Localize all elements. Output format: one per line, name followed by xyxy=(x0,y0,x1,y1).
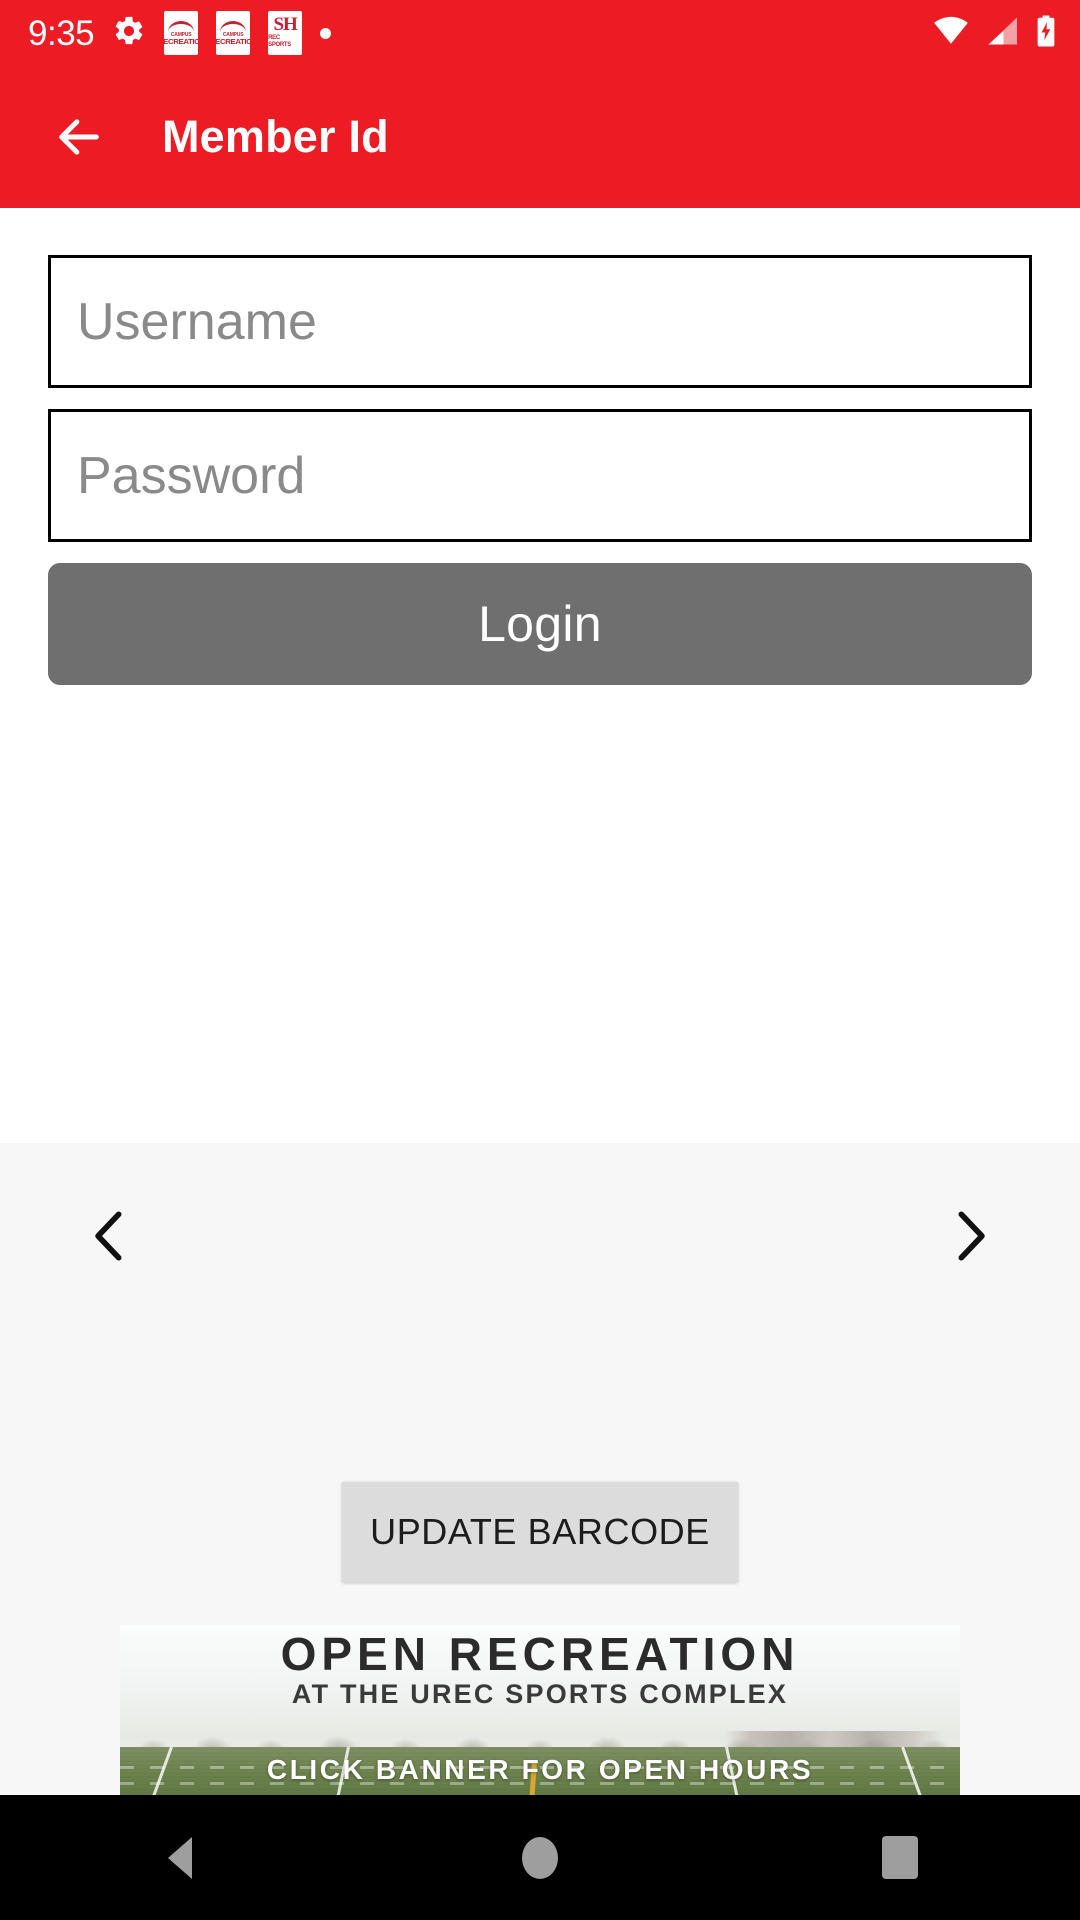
status-bar-right xyxy=(932,14,1058,53)
username-field-wrapper[interactable] xyxy=(48,255,1032,388)
username-input[interactable] xyxy=(77,291,1003,352)
banner-cta-text: CLICK BANNER FOR OPEN HOURS xyxy=(266,1753,814,1785)
settings-gear-icon xyxy=(112,14,146,53)
nav-home-button[interactable] xyxy=(465,1795,615,1920)
arrow-left-icon xyxy=(59,119,99,155)
password-field-wrapper[interactable] xyxy=(48,409,1032,542)
notification-dot-icon xyxy=(320,27,332,39)
page-title: Member Id xyxy=(162,111,389,162)
circle-home-icon xyxy=(522,1836,558,1879)
campus-rec-line2: RECREATION xyxy=(164,36,198,46)
update-barcode-row: UPDATE BARCODE xyxy=(0,1482,1080,1582)
phone-screen: 9:35 CAMPUS RECREATION CAMPUS RECREATION… xyxy=(0,0,1080,1920)
chevron-right-icon xyxy=(958,1211,985,1261)
campus-recreation-icon-2: CAMPUS RECREATION xyxy=(216,11,251,55)
status-bar: 9:35 CAMPUS RECREATION CAMPUS RECREATION… xyxy=(0,0,1080,66)
campus-recreation-icon-1: CAMPUS RECREATION xyxy=(164,11,199,55)
status-bar-clock: 9:35 xyxy=(28,13,95,53)
banner-subtitle: AT THE UREC SPORTS COMPLEX xyxy=(291,1678,789,1709)
content-spacer xyxy=(0,685,1080,1143)
chevron-left-icon xyxy=(95,1211,122,1261)
login-button[interactable]: Login xyxy=(48,563,1032,685)
wifi-icon xyxy=(932,16,970,51)
carousel-prev-button[interactable] xyxy=(72,1198,148,1274)
banner-title: OPEN RECREATION xyxy=(280,1628,800,1680)
square-recents-icon xyxy=(882,1836,918,1879)
battery-charging-icon xyxy=(1034,14,1058,53)
back-arrow-button[interactable] xyxy=(44,102,114,172)
update-barcode-button[interactable]: UPDATE BARCODE xyxy=(342,1482,738,1582)
triangle-back-icon xyxy=(168,1836,192,1879)
barcode-carousel-panel: UPDATE BARCODE OPEN RECREATION AT THE UR… xyxy=(0,1143,1080,1795)
open-recreation-banner[interactable]: OPEN RECREATION AT THE UREC SPORTS COMPL… xyxy=(120,1625,960,1795)
cell-signal-icon xyxy=(984,16,1020,51)
banner-text-overlay: OPEN RECREATION AT THE UREC SPORTS COMPL… xyxy=(120,1625,960,1795)
carousel-arrow-row xyxy=(0,1181,1080,1291)
sh-rec-sports-icon: SH REC SPORTS xyxy=(268,11,303,55)
app-bar: Member Id xyxy=(0,66,1080,208)
campus-rec-line2: RECREATION xyxy=(216,36,250,46)
arch-shape xyxy=(220,20,247,32)
nav-back-button[interactable] xyxy=(105,1795,255,1920)
nav-recents-button[interactable] xyxy=(825,1795,975,1920)
login-form: Login xyxy=(0,208,1080,685)
arch-shape xyxy=(168,20,195,32)
android-nav-bar xyxy=(0,1795,1080,1920)
password-input[interactable] xyxy=(77,445,1003,506)
status-bar-left: 9:35 CAMPUS RECREATION CAMPUS RECREATION… xyxy=(28,11,332,55)
sh-monogram: SH xyxy=(273,14,297,36)
rec-sports-label: REC SPORTS xyxy=(268,35,291,49)
carousel-next-button[interactable] xyxy=(932,1198,1008,1274)
